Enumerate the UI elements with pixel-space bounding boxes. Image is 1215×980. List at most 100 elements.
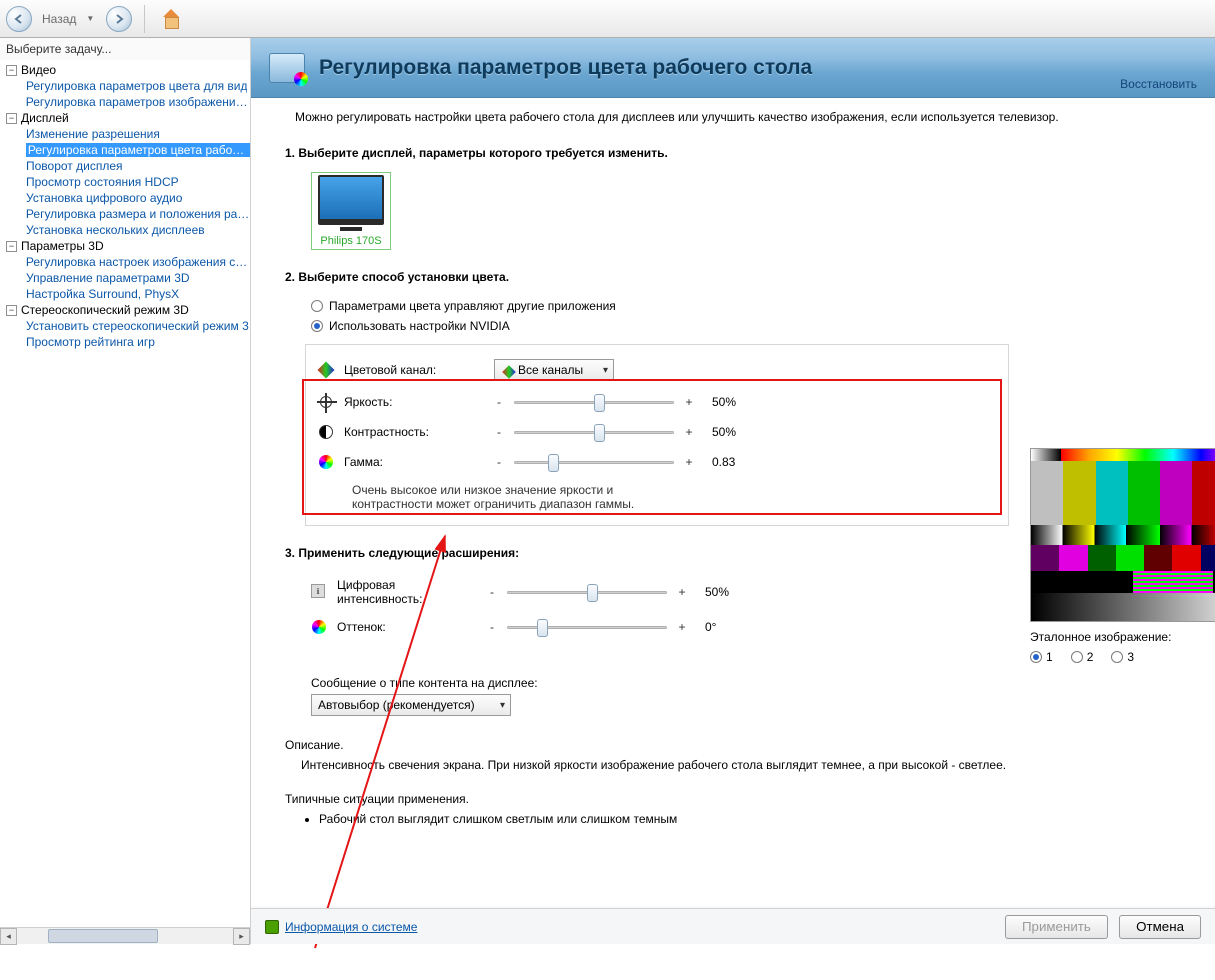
monitor-icon (318, 175, 384, 225)
radio-icon (1030, 651, 1042, 663)
display-tile[interactable]: Philips 170S (311, 172, 391, 250)
restore-link[interactable]: Восстановить (1120, 77, 1197, 91)
tree-item[interactable]: Настройка Surround, PhysX (26, 287, 179, 301)
digital-slider[interactable] (507, 583, 667, 601)
gamma-slider[interactable] (514, 453, 674, 471)
content-type-value: Автовыбор (рекомендуется) (318, 698, 475, 712)
gamma-icon (318, 454, 334, 470)
back-dropdown-icon[interactable]: ▼ (86, 14, 94, 23)
preview-radio-3[interactable]: 3 (1111, 650, 1134, 664)
contrast-label: Контрастность: (344, 425, 484, 439)
tree-item[interactable]: Установить стереоскопический режим 3 (26, 319, 249, 333)
desc-title: Описание. (285, 738, 1193, 752)
radio-other-apps[interactable]: Параметрами цвета управляют другие прило… (311, 296, 1193, 316)
contrast-slider[interactable] (514, 423, 674, 441)
tree-category[interactable]: Стереоскопический режим 3D (21, 303, 189, 317)
channel-icon (318, 362, 334, 378)
minus-icon: - (494, 455, 504, 469)
apply-button[interactable]: Применить (1005, 915, 1108, 939)
preview-radio-1[interactable]: 1 (1030, 650, 1053, 664)
tree-toggle[interactable]: − (6, 113, 17, 124)
sidebar-hscrollbar[interactable]: ◂ ▸ (0, 927, 250, 944)
radio-nvidia[interactable]: Использовать настройки NVIDIA (311, 316, 1193, 336)
plus-icon: + (684, 395, 694, 409)
button-bar: Информация о системе Применить Отмена (251, 908, 1215, 944)
scroll-left-arrow[interactable]: ◂ (0, 928, 17, 945)
nvidia-icon (265, 920, 279, 934)
content-type-label: Сообщение о типе контента на дисплее: (311, 676, 1193, 690)
back-button[interactable] (6, 6, 32, 32)
tree-category[interactable]: Параметры 3D (21, 239, 104, 253)
tree-item[interactable]: Изменение разрешения (26, 127, 160, 141)
task-label: Выберите задачу... (0, 38, 250, 60)
main-panel: Регулировка параметров цвета рабочего ст… (251, 38, 1215, 944)
monitor-stand (340, 227, 362, 231)
radio-label: Параметрами цвета управляют другие прило… (329, 299, 616, 313)
desc-body: Интенсивность свечения экрана. При низко… (301, 758, 1193, 772)
tree-item[interactable]: Установка нескольких дисплеев (26, 223, 205, 237)
scroll-right-arrow[interactable]: ▸ (233, 928, 250, 945)
intro-text: Можно регулировать настройки цвета рабоч… (295, 110, 1193, 124)
step1-title: 1. Выберите дисплей, параметры которого … (285, 146, 1193, 160)
preview-radio-2[interactable]: 2 (1071, 650, 1094, 664)
tree-category[interactable]: Дисплей (21, 111, 69, 125)
tree-item[interactable]: Регулировка параметров цвета для вид (26, 79, 247, 93)
tree-item[interactable]: Регулировка параметров изображения д (26, 95, 250, 109)
tree-item[interactable]: Регулировка размера и положения рабо (26, 207, 250, 221)
contrast-value: 50% (712, 425, 752, 439)
digital-label: Цифровая интенсивность: (337, 578, 477, 606)
content-type-dropdown[interactable]: Автовыбор (рекомендуется) (311, 694, 511, 716)
brightness-row: Яркость: - + 50% (318, 387, 996, 417)
plus-icon: + (677, 585, 687, 599)
typical-item: Рабочий стол выглядит слишком светлым ил… (319, 812, 1193, 826)
home-button[interactable] (157, 5, 185, 33)
typical-title: Типичные ситуации применения. (285, 792, 1193, 806)
tree-item[interactable]: Просмотр состояния HDCP (26, 175, 179, 189)
tree-item[interactable]: Поворот дисплея (26, 159, 123, 173)
contrast-icon (318, 424, 334, 440)
gamma-label: Гамма: (344, 455, 484, 469)
hue-icon (311, 619, 327, 635)
gamma-value: 0.83 (712, 455, 752, 469)
minus-icon: - (494, 425, 504, 439)
plus-icon: + (684, 455, 694, 469)
tree-category[interactable]: Видео (21, 63, 56, 77)
forward-button[interactable] (106, 6, 132, 32)
channel-dd-icon (501, 364, 513, 376)
cancel-button[interactable]: Отмена (1119, 915, 1201, 939)
brightness-value: 50% (712, 395, 752, 409)
radio-icon (311, 300, 323, 312)
channel-row: Цветовой канал: Все каналы (318, 353, 996, 387)
home-icon (161, 9, 181, 29)
channel-value: Все каналы (518, 363, 583, 377)
page-title: Регулировка параметров цвета рабочего ст… (319, 56, 812, 80)
tree-toggle[interactable]: − (6, 241, 17, 252)
plus-icon: + (677, 620, 687, 634)
tree-view[interactable]: −ВидеоРегулировка параметров цвета для в… (0, 60, 250, 927)
digital-icon: ℹ (311, 584, 327, 600)
hue-value: 0° (705, 620, 745, 634)
radio-label: 3 (1127, 650, 1134, 664)
hue-label: Оттенок: (337, 620, 477, 634)
radio-label: 2 (1087, 650, 1094, 664)
preview-radio-group: 1 2 3 (1030, 650, 1215, 664)
tree-item[interactable]: Управление параметрами 3D (26, 271, 190, 285)
brightness-slider[interactable] (514, 393, 674, 411)
contrast-row: Контрастность: - + 50% (318, 417, 996, 447)
channel-dropdown[interactable]: Все каналы (494, 359, 614, 381)
tree-item[interactable]: Установка цифрового аудио (26, 191, 182, 205)
tree-item[interactable]: Регулировка настроек изображения с пр (26, 255, 250, 269)
preview-panel: Эталонное изображение: 123 (1030, 448, 1215, 664)
system-info-link[interactable]: Информация о системе (285, 920, 417, 934)
sidebar: Выберите задачу... −ВидеоРегулировка пар… (0, 38, 251, 944)
scroll-thumb[interactable] (48, 929, 158, 943)
channel-label: Цветовой канал: (344, 363, 484, 377)
tree-item[interactable]: Регулировка параметров цвета рабочег (26, 143, 250, 157)
hue-slider[interactable] (507, 618, 667, 636)
tree-toggle[interactable]: − (6, 305, 17, 316)
plus-icon: + (684, 425, 694, 439)
tree-item[interactable]: Просмотр рейтинга игр (26, 335, 155, 349)
tree-toggle[interactable]: − (6, 65, 17, 76)
color-bars-preview (1030, 448, 1215, 622)
top-toolbar: Назад ▼ (0, 0, 1215, 38)
